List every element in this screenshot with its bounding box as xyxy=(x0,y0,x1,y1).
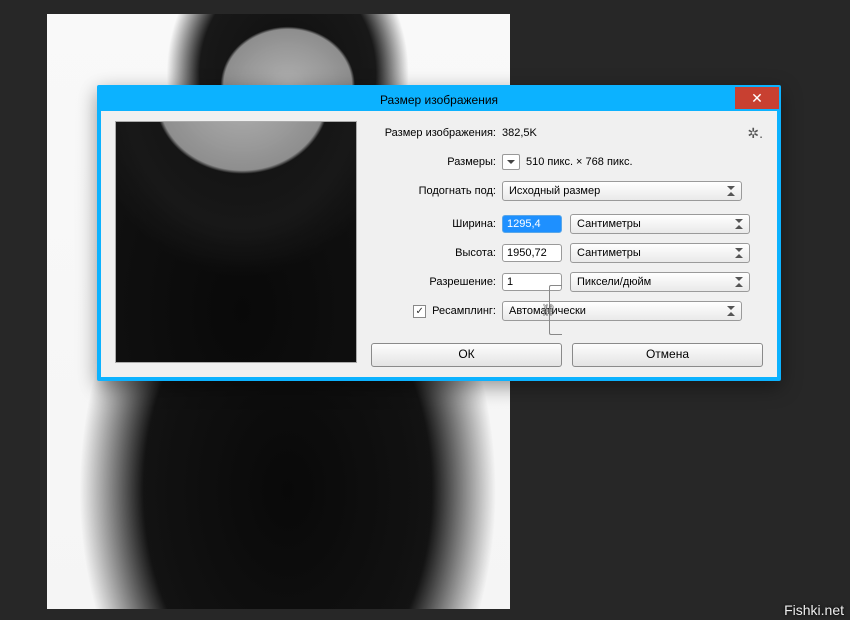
resample-label: Ресамплинг: xyxy=(432,305,496,317)
resample-select[interactable]: Автоматически xyxy=(502,301,742,321)
width-unit-select[interactable]: Сантиметры xyxy=(570,214,750,234)
resolution-unit-select[interactable]: Пиксели/дюйм xyxy=(570,272,750,292)
watermark: Fishki.net xyxy=(784,602,844,618)
fields-panel: Размер изображения: 382,5K ✲. Размеры: 5… xyxy=(371,121,763,367)
dimensions-unit-toggle[interactable] xyxy=(502,154,520,170)
filesize-label: Размер изображения: xyxy=(371,127,502,139)
close-icon: ✕ xyxy=(751,90,763,106)
height-input[interactable] xyxy=(502,244,562,262)
cancel-button[interactable]: Отмена xyxy=(572,343,763,367)
image-preview[interactable] xyxy=(115,121,357,363)
width-input[interactable] xyxy=(502,215,562,233)
constrain-proportions-icon[interactable]: ⛓ xyxy=(541,303,555,317)
filesize-value: 382,5K xyxy=(502,127,537,139)
preview-content xyxy=(115,121,357,363)
resolution-label: Разрешение: xyxy=(371,276,502,288)
fit-label: Подогнать под: xyxy=(371,185,502,197)
dimensions-label: Размеры: xyxy=(371,156,502,168)
dialog-body: Размер изображения: 382,5K ✲. Размеры: 5… xyxy=(101,111,777,377)
app-canvas: Fishki.net Размер изображения ✕ Размер и… xyxy=(0,0,850,620)
gear-icon[interactable]: ✲. xyxy=(747,125,763,142)
dialog-title: Размер изображения xyxy=(380,93,498,107)
resample-checkbox[interactable]: ✓ xyxy=(413,305,426,318)
image-size-dialog: Размер изображения ✕ Размер изображения:… xyxy=(97,85,781,381)
close-button[interactable]: ✕ xyxy=(735,87,779,109)
fit-select[interactable]: Исходный размер xyxy=(502,181,742,201)
dimensions-value: 510 пикс. × 768 пикс. xyxy=(526,156,633,168)
height-unit-select[interactable]: Сантиметры xyxy=(570,243,750,263)
dialog-titlebar[interactable]: Размер изображения ✕ xyxy=(101,89,777,111)
height-label: Высота: xyxy=(371,247,502,259)
width-label: Ширина: xyxy=(371,218,502,230)
ok-button[interactable]: ОК xyxy=(371,343,562,367)
